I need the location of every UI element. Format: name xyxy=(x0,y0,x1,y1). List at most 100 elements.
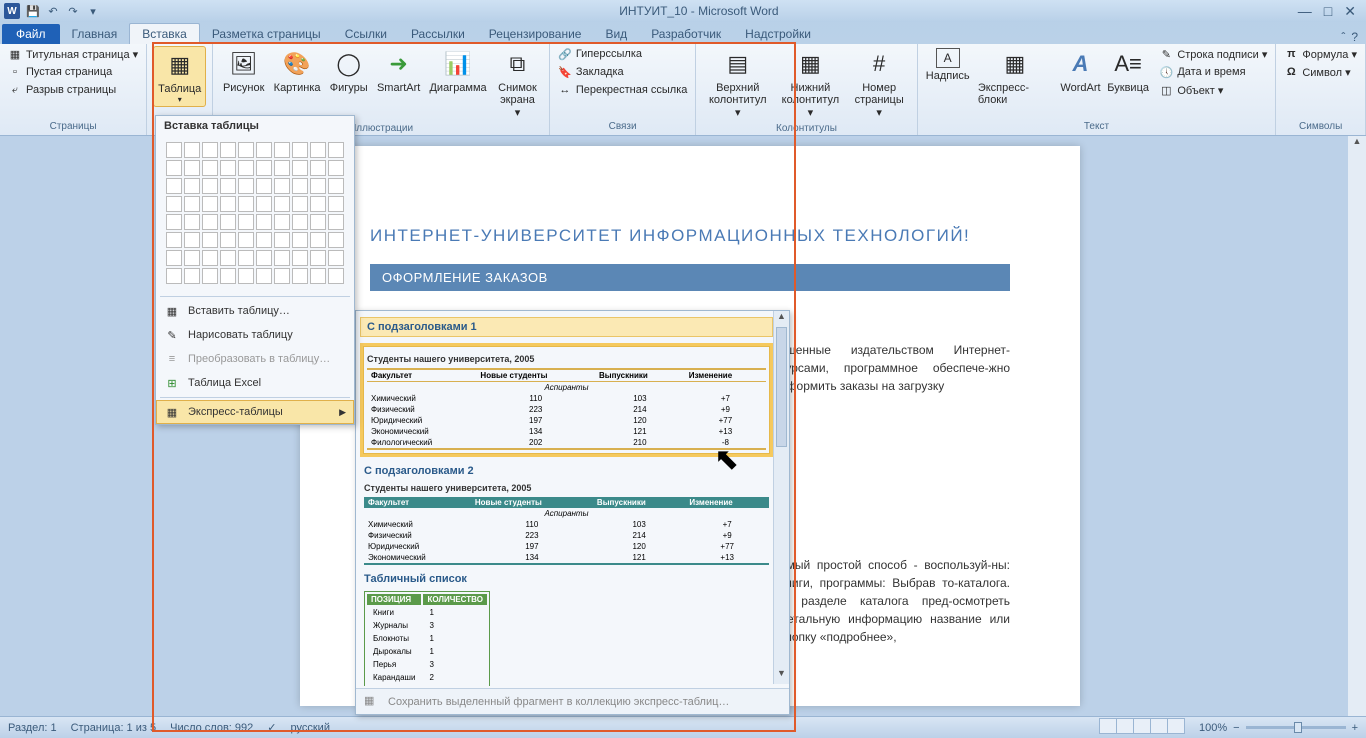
gallery-item-2[interactable]: Студенты нашего университета, 2005 Факул… xyxy=(364,483,769,565)
page-break-button[interactable]: ⤶Разрыв страницы xyxy=(6,82,140,98)
tab-home[interactable]: Главная xyxy=(60,24,130,44)
textbox-button[interactable]: AНадпись xyxy=(924,46,972,84)
tab-developer[interactable]: Разработчик xyxy=(639,24,733,44)
dropcap-button[interactable]: A≡Буквица xyxy=(1105,46,1151,96)
equation-button[interactable]: πФормула ▾ xyxy=(1282,46,1359,62)
screenshot-icon: ⧉ xyxy=(501,48,533,80)
crossref-button[interactable]: ↔Перекрестная ссылка xyxy=(556,82,690,98)
quickparts-button[interactable]: ▦Экспресс-блоки xyxy=(974,46,1056,108)
window-title: ИНТУИТ_10 - Microsoft Word xyxy=(100,4,1298,18)
gallery-heading-2: С подзаголовками 2 xyxy=(364,465,769,477)
group-pages: ▦Титульная страница ▾ ▫Пустая страница ⤶… xyxy=(0,44,147,135)
status-section[interactable]: Раздел: 1 xyxy=(8,722,57,734)
tab-review[interactable]: Рецензирование xyxy=(477,24,594,44)
doc-paragraph-1: ущенные издательством Интернет-курсами, … xyxy=(780,341,1010,395)
doc-paragraph-2: амый простой способ - воспользуй-ны: кни… xyxy=(780,556,1010,646)
picture-icon: 🖼 xyxy=(228,48,260,80)
doc-heading: ИНТЕРНЕТ-УНИВЕРСИТЕТ ИНФОРМАЦИОННЫХ ТЕХН… xyxy=(370,226,1010,246)
maximize-icon[interactable]: □ xyxy=(1324,3,1332,20)
pagenum-icon: # xyxy=(863,48,895,80)
gallery-scrollbar[interactable]: ▲▼ xyxy=(773,311,789,684)
cover-page-button[interactable]: ▦Титульная страница ▾ xyxy=(6,46,140,62)
zoom-control[interactable]: 100% −+ xyxy=(1199,722,1358,734)
textbox-icon: A xyxy=(936,48,960,68)
symbol-button[interactable]: ΩСимвол ▾ xyxy=(1282,64,1359,80)
draw-table-item[interactable]: ✎Нарисовать таблицу xyxy=(156,323,354,347)
undo-icon[interactable]: ↶ xyxy=(46,4,60,18)
gallery-item-3[interactable]: ПОЗИЦИЯКОЛИЧЕСТВОКниги1Журналы3Блокноты1… xyxy=(364,591,769,686)
shapes-button[interactable]: ◯Фигуры xyxy=(326,46,371,96)
minimize-icon[interactable]: — xyxy=(1298,3,1312,20)
redo-icon[interactable]: ↷ xyxy=(66,4,80,18)
proofing-icon[interactable]: ✓ xyxy=(267,721,276,734)
close-icon[interactable]: ✕ xyxy=(1344,3,1356,20)
table-icon: ▦ xyxy=(164,49,196,81)
screenshot-button[interactable]: ⧉Снимок экрана ▾ xyxy=(492,46,543,121)
dropcap-icon: A≡ xyxy=(1112,48,1144,80)
group-text: AНадпись ▦Экспресс-блоки AWordArt A≡Букв… xyxy=(918,44,1277,135)
tab-references[interactable]: Ссылки xyxy=(333,24,399,44)
save-selection-icon: ▦ xyxy=(364,694,380,710)
chart-button[interactable]: 📊Диаграмма xyxy=(426,46,490,96)
minimize-ribbon-icon[interactable]: ˆ xyxy=(1341,30,1345,44)
vertical-scrollbar[interactable]: ▲ xyxy=(1348,136,1366,716)
tab-addins[interactable]: Надстройки xyxy=(733,24,823,44)
convert-table-item: ≡Преобразовать в таблицу… xyxy=(156,347,354,371)
tab-view[interactable]: Вид xyxy=(593,24,639,44)
datetime-button[interactable]: 🕔Дата и время xyxy=(1157,64,1269,80)
header-button[interactable]: ▤Верхний колонтитул ▾ xyxy=(702,46,773,121)
quick-tables-gallery: С подзаголовками 1 Студенты нашего униве… xyxy=(355,310,790,715)
excel-table-item[interactable]: ⊞Таблица Excel xyxy=(156,371,354,395)
group-headers: ▤Верхний колонтитул ▾ ▦Нижний колонтитул… xyxy=(696,44,917,135)
table-size-grid[interactable] xyxy=(156,136,354,294)
view-buttons[interactable] xyxy=(1100,718,1185,737)
footer-icon: ▦ xyxy=(794,48,826,80)
quickparts-icon: ▦ xyxy=(999,48,1031,80)
table-menu-title: Вставка таблицы xyxy=(156,116,354,136)
gallery-footer[interactable]: ▦ Сохранить выделенный фрагмент в коллек… xyxy=(356,688,789,714)
insert-table-item[interactable]: ▦Вставить таблицу… xyxy=(156,299,354,323)
pagenumber-button[interactable]: #Номер страницы ▾ xyxy=(848,46,911,121)
tab-mailings[interactable]: Рассылки xyxy=(399,24,477,44)
object-button[interactable]: ◫Объект ▾ xyxy=(1157,82,1269,98)
doc-bar: ОФОРМЛЕНИЕ ЗАКАЗОВ xyxy=(370,264,1010,291)
clipart-icon: 🎨 xyxy=(281,48,313,80)
smartart-button[interactable]: ➜SmartArt xyxy=(373,46,424,96)
save-icon[interactable]: 💾 xyxy=(26,4,40,18)
status-words[interactable]: Число слов: 992 xyxy=(170,722,253,734)
window-controls: — □ ✕ xyxy=(1298,3,1362,20)
qat-dropdown-icon[interactable]: ▾ xyxy=(86,4,100,18)
tab-layout[interactable]: Разметка страницы xyxy=(200,24,333,44)
quick-tables-item[interactable]: ▦Экспресс-таблицы▶ xyxy=(156,400,354,424)
chart-icon: 📊 xyxy=(442,48,474,80)
group-links: 🔗Гиперссылка 🔖Закладка ↔Перекрестная ссы… xyxy=(550,44,697,135)
title-bar: W 💾 ↶ ↷ ▾ ИНТУИТ_10 - Microsoft Word — □… xyxy=(0,0,1366,22)
table-dropdown: Вставка таблицы ▦Вставить таблицу… ✎Нари… xyxy=(155,115,355,425)
clipart-button[interactable]: 🎨Картинка xyxy=(270,46,324,96)
picture-button[interactable]: 🖼Рисунок xyxy=(219,46,268,96)
status-lang[interactable]: русский xyxy=(291,722,330,734)
tab-file[interactable]: Файл xyxy=(2,24,60,44)
gallery-item-1[interactable]: Студенты нашего университета, 2005 Факул… xyxy=(360,343,773,457)
gallery-heading-1: С подзаголовками 1 xyxy=(360,317,773,337)
quick-access-toolbar: 💾 ↶ ↷ ▾ xyxy=(26,4,100,18)
footer-button[interactable]: ▦Нижний колонтитул ▾ xyxy=(775,46,846,121)
ribbon-tabs: Файл Главная Вставка Разметка страницы С… xyxy=(0,22,1366,44)
status-bar: Раздел: 1 Страница: 1 из 5 Число слов: 9… xyxy=(0,716,1366,738)
signature-button[interactable]: ✎Строка подписи ▾ xyxy=(1157,46,1269,62)
bookmark-button[interactable]: 🔖Закладка xyxy=(556,64,690,80)
status-page[interactable]: Страница: 1 из 5 xyxy=(71,722,157,734)
smartart-icon: ➜ xyxy=(383,48,415,80)
word-icon: W xyxy=(4,3,20,19)
wordart-button[interactable]: AWordArt xyxy=(1058,46,1103,96)
help-icon[interactable]: ? xyxy=(1351,30,1358,44)
hyperlink-button[interactable]: 🔗Гиперссылка xyxy=(556,46,690,62)
group-symbols: πФормула ▾ ΩСимвол ▾ Символы xyxy=(1276,44,1366,135)
header-icon: ▤ xyxy=(722,48,754,80)
gallery-heading-3: Табличный список xyxy=(364,573,769,585)
table-button[interactable]: ▦ Таблица▾ xyxy=(153,46,206,107)
shapes-icon: ◯ xyxy=(333,48,365,80)
wordart-icon: A xyxy=(1064,48,1096,80)
blank-page-button[interactable]: ▫Пустая страница xyxy=(6,64,140,80)
tab-insert[interactable]: Вставка xyxy=(129,23,200,44)
